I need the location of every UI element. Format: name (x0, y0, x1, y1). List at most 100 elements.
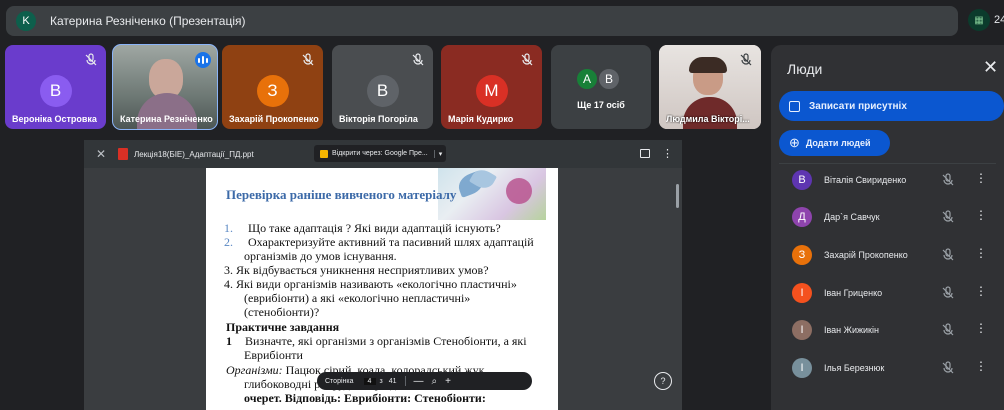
help-icon[interactable]: ? (654, 372, 672, 390)
participant-tile-4[interactable]: В Вікторія Погоріла (332, 45, 433, 129)
participant-name: Марія Кудирко (448, 114, 514, 124)
people-list-item[interactable]: Д Дар`я Савчук ⋮ (771, 200, 1004, 234)
more-vert-icon[interactable]: ⋮ (975, 359, 987, 373)
presentation-header[interactable]: K Катерина Резніченко (Презентація) (6, 6, 958, 36)
divider (404, 376, 406, 386)
presenter-title: Катерина Резніченко (Презентація) (50, 14, 246, 28)
add-people-button[interactable]: ⊕ Додати людей (779, 130, 890, 156)
people-list-item[interactable]: В Віталія Свириденко ⋮ (771, 163, 1004, 197)
avatar: В (39, 75, 72, 107)
mic-off-icon[interactable] (941, 323, 955, 337)
more-vert-icon[interactable]: ⋮ (975, 208, 987, 222)
avatar: З (256, 75, 289, 107)
participant-name: Вікторія Погоріла (339, 114, 418, 124)
print-icon[interactable] (640, 149, 650, 158)
close-icon[interactable]: ✕ (983, 57, 998, 78)
more-vert-icon[interactable]: ⋮ (975, 171, 987, 185)
page-input[interactable]: 4 (363, 377, 376, 385)
zoom-icon[interactable]: ⌕ (432, 376, 438, 387)
mic-off-icon (85, 53, 97, 66)
close-icon[interactable]: ✕ (94, 147, 108, 161)
record-attendance-button[interactable]: Записати присутніх (779, 91, 1004, 121)
task-text: Визначте, які організми з організмів Сте… (245, 334, 527, 348)
people-list-item[interactable]: І Ілья Березнюк ⋮ (771, 351, 1004, 385)
viewer-toolbar: ✕ Лекція18(БІЕ)_Адаптації_ПД.ppt Відкрит… (84, 140, 682, 168)
participant-tile-3[interactable]: З Захарій Прокопенко (222, 45, 323, 129)
mic-off-icon[interactable] (941, 173, 955, 187)
file-name: Лекція18(БІЕ)_Адаптації_ПД.ppt (134, 149, 254, 159)
avatar: А (575, 67, 599, 91)
question-4-cont: (еврибіонти) а які «екологічно непластич… (244, 291, 471, 305)
mic-off-icon[interactable] (941, 361, 955, 375)
people-list-item[interactable]: І Іван Жижикін ⋮ (771, 313, 1004, 347)
avatar: В (366, 75, 399, 107)
mic-off-icon[interactable] (941, 248, 955, 262)
more-vert-icon[interactable]: ⋮ (975, 284, 987, 298)
presenter-avatar: K (16, 11, 36, 31)
chevron-down-icon[interactable]: ▾ (433, 149, 442, 158)
more-participants-tile[interactable]: А В Ще 17 осіб (551, 45, 651, 129)
question-number: 1. (224, 221, 233, 235)
participant-tile-5[interactable]: М Марія Кудирко (441, 45, 542, 129)
practice-title: Практичне завдання (226, 320, 340, 334)
avatar: В (792, 170, 812, 190)
participant-name: Вероніка Островка (12, 114, 97, 124)
participant-name: Людмила Вікторі... (666, 114, 750, 124)
question-1: 1. Що таке адаптація ? Які види адаптаці… (224, 221, 501, 235)
participant-tile-1[interactable]: В Вероніка Островка (5, 45, 106, 129)
avatar: І (792, 283, 812, 303)
question-text: Охарактеризуйте активний та пасивний шля… (248, 235, 534, 249)
scrollbar[interactable] (676, 184, 679, 208)
top-bar: K Катерина Резніченко (Презентація) ▦ 24 (0, 0, 1004, 40)
participant-tile-7[interactable]: Людмила Вікторі... (659, 45, 761, 129)
page-of: з (379, 377, 383, 385)
meet-window: K Катерина Резніченко (Презентація) ▦ 24… (0, 0, 1004, 410)
ppt-file-icon (118, 148, 128, 160)
mic-off-icon[interactable] (941, 210, 955, 224)
more-participants-label: Ще 17 осіб (577, 100, 625, 110)
open-with-button[interactable]: Відкрити через: Google Пре... ▾ (314, 145, 447, 162)
participant-tile-2[interactable]: Катерина Резніченко (112, 44, 218, 130)
avatar: В (597, 67, 621, 91)
avatar: Д (792, 207, 812, 227)
question-text: Що таке адаптація ? Які види адаптацій і… (248, 221, 501, 235)
presentation-viewer: ✕ Лекція18(БІЕ)_Адаптації_ПД.ppt Відкрит… (84, 140, 682, 410)
open-with-label: Відкрити через: Google Пре... (332, 150, 428, 157)
mic-off-icon (521, 53, 533, 66)
organisms-label: Організми: (226, 363, 283, 377)
task-number: 1 (226, 334, 232, 348)
speaking-indicator-icon (195, 52, 211, 68)
people-list-item[interactable]: З Захарій Прокопенко ⋮ (771, 238, 1004, 272)
avatar: М (475, 75, 508, 107)
zoom-out-button[interactable]: — (414, 376, 424, 387)
question-2: 2. Охарактеризуйте активний та пасивний … (224, 235, 534, 249)
people-panel: Люди ✕ Записати присутніх ⊕ Додати людей… (771, 45, 1004, 410)
avatar: І (792, 320, 812, 340)
flower (506, 178, 532, 204)
person-name: Ілья Березнюк (824, 363, 885, 373)
question-4-cont2: (стенобіонти)? (244, 305, 320, 319)
zoom-in-button[interactable]: + (445, 376, 451, 387)
page-controls: Сторінка 4 з 41 — ⌕ + (317, 372, 532, 390)
person-name: Віталія Свириденко (824, 175, 907, 185)
more-vert-icon[interactable]: ⋮ (975, 321, 987, 335)
people-list-item[interactable]: І Іван Гриценко ⋮ (771, 276, 1004, 310)
page-label: Сторінка (325, 377, 354, 385)
google-slides-icon (320, 149, 328, 158)
slide-title: Перевірка раніше вивченого матеріалу (226, 187, 457, 202)
question-4: 4. Які види організмів називають «еколог… (224, 277, 517, 291)
participants-count: 24 (994, 14, 1004, 26)
participant-name: Захарій Прокопенко (229, 114, 319, 124)
more-avatars: А В (575, 67, 621, 91)
participants-indicator[interactable]: ▦ 24 (968, 9, 1004, 31)
task-1-cont: Еврибіонти (244, 348, 303, 362)
mic-off-icon (740, 53, 752, 66)
question-2-cont: організмів до умов існування. (244, 249, 397, 263)
person-name: Дар`я Савчук (824, 212, 880, 222)
page-total: 41 (388, 377, 397, 385)
more-vert-icon[interactable]: ⋮ (662, 147, 673, 160)
participants-icon: ▦ (968, 9, 990, 31)
mic-off-icon[interactable] (941, 286, 955, 300)
record-attendance-label: Записати присутніх (809, 100, 907, 112)
more-vert-icon[interactable]: ⋮ (975, 246, 987, 260)
